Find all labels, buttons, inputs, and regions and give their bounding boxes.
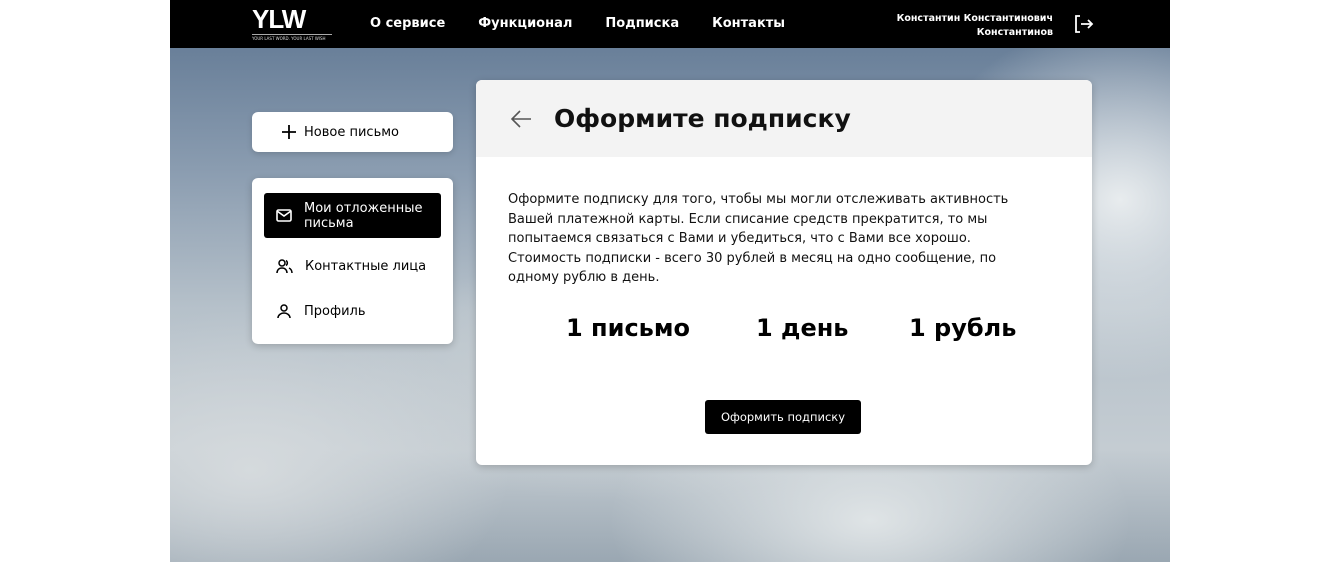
- stat-day: 1 день: [756, 314, 849, 342]
- plus-icon: [282, 125, 296, 139]
- sidebar-item-label: Контактные лица: [305, 259, 427, 274]
- user-name-line1: Константин Константинович: [896, 13, 1053, 24]
- sidebar-item-label: Профиль: [304, 304, 366, 319]
- header: YLW YOUR LAST WORD. YOUR LAST WISH О сер…: [170, 0, 1170, 48]
- nav-features[interactable]: Функционал: [478, 16, 572, 31]
- page-background: YLW YOUR LAST WORD. YOUR LAST WISH О сер…: [170, 0, 1170, 562]
- nav-subscription[interactable]: Подписка: [605, 16, 679, 31]
- new-letter-button[interactable]: Новое письмо: [252, 112, 453, 152]
- sidebar-menu: Мои отложенные письма Контактные лица Пр…: [252, 178, 453, 344]
- main-nav: О сервисе Функционал Подписка Контакты: [370, 16, 785, 31]
- user-name[interactable]: Константин Константинович Константинов: [897, 12, 1053, 40]
- mail-icon: [276, 209, 292, 222]
- card-header: Оформите подписку: [476, 80, 1092, 157]
- sidebar-item-letters[interactable]: Мои отложенные письма: [264, 193, 441, 238]
- logo[interactable]: YLW YOUR LAST WORD. YOUR LAST WISH: [252, 6, 332, 42]
- sidebar-item-label: Мои отложенные письма: [304, 200, 423, 231]
- subscription-description: Оформите подписку для того, чтобы мы мог…: [508, 192, 1009, 285]
- page-title: Оформите подписку: [554, 104, 851, 133]
- logout-icon[interactable]: [1072, 13, 1094, 35]
- nav-contacts[interactable]: Контакты: [712, 16, 785, 31]
- sidebar-item-contacts[interactable]: Контактные лица: [264, 244, 441, 289]
- subscribe-button[interactable]: Оформить подписку: [705, 400, 861, 434]
- logo-tagline: YOUR LAST WORD. YOUR LAST WISH: [252, 34, 332, 41]
- nav-about[interactable]: О сервисе: [370, 16, 445, 31]
- user-icon: [277, 304, 291, 319]
- new-letter-label: Новое письмо: [304, 124, 399, 140]
- stat-ruble: 1 рубль: [909, 314, 1017, 342]
- sidebar-item-profile[interactable]: Профиль: [264, 289, 441, 334]
- stat-letter: 1 письмо: [566, 314, 690, 342]
- logo-text: YLW: [252, 4, 306, 34]
- back-arrow-icon[interactable]: [510, 109, 532, 128]
- user-name-line2: Константинов: [976, 27, 1053, 38]
- subscription-card: Оформите подписку Оформите подписку для …: [476, 80, 1092, 465]
- users-icon: [276, 259, 293, 274]
